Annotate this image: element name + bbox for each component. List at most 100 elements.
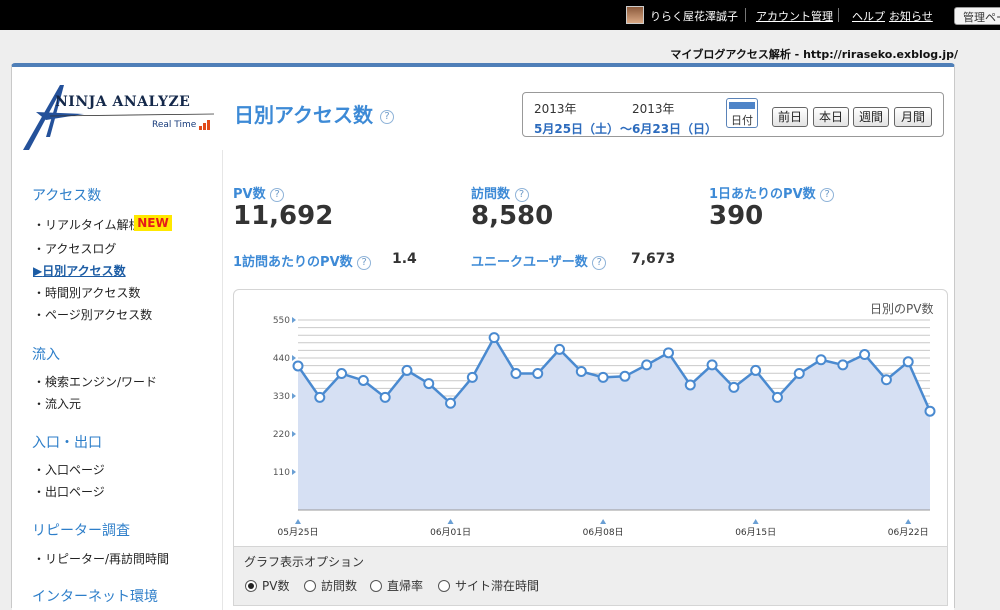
sidebar-section-access: アクセス数 [32, 188, 102, 204]
x-tick-label: 06月08日 [583, 527, 624, 538]
data-point [510, 368, 522, 380]
visits-label-text: 訪問数 [471, 187, 511, 202]
y-tick-marker [292, 393, 296, 399]
top-bar: りらく屋花澤誠子 アカウント管理 ヘルプ お知らせ 管理ページ [0, 0, 1000, 30]
sidebar-item-exit[interactable]: ・出口ページ [33, 483, 105, 500]
sidebar-item-search[interactable]: ・検索エンジン/ワード [33, 373, 157, 390]
data-point [662, 347, 674, 359]
data-point [815, 354, 827, 366]
sidebar-item-daily[interactable]: ▶日別アクセス数 [33, 262, 126, 279]
pv-value: 11,692 [233, 201, 334, 231]
blog-title: マイブログアクセス解析 - http://riraseko.exblog.jp/ [670, 48, 958, 61]
data-point [902, 356, 914, 368]
sidebar-item-label: 日別アクセス数 [42, 264, 126, 278]
y-tick-label: 220 [273, 430, 290, 440]
pv-label-text: PV数 [233, 187, 266, 202]
to-date[interactable]: 〜6月23日（日） [620, 120, 717, 137]
x-tick-label: 06月01日 [430, 527, 471, 538]
username[interactable]: りらく屋花澤誠子 [650, 8, 738, 24]
week-button[interactable]: 週間 [853, 107, 889, 127]
option-label: 訪問数 [321, 579, 358, 593]
new-badge: NEW [134, 215, 172, 231]
calendar-icon [729, 102, 755, 109]
sidebar-section-repeater: リピーター調査 [32, 523, 130, 539]
option-label: 直帰率 [387, 579, 424, 593]
unique-users-label: ユニークユーザー数 ? [471, 251, 607, 270]
today-button[interactable]: 本日 [813, 107, 849, 127]
radio-button[interactable] [438, 580, 450, 592]
sidebar-item-label: ページ別アクセス数 [45, 308, 153, 322]
help-icon[interactable]: ? [270, 187, 285, 202]
daily-pv-value: 390 [709, 201, 764, 231]
sidebar-item-realtime[interactable]: ・リアルタイム解析 [33, 216, 141, 233]
radio-button[interactable] [245, 580, 257, 592]
visits-value: 8,580 [471, 201, 554, 231]
month-button[interactable]: 月間 [894, 107, 932, 127]
account-link[interactable]: アカウント管理 [756, 8, 833, 24]
help-link[interactable]: ヘルプ [852, 8, 885, 24]
help-icon[interactable]: ? [379, 109, 394, 124]
x-tick-label: 06月22日 [888, 527, 929, 538]
option-bounce-rate[interactable]: 直帰率 [370, 577, 423, 594]
admin-page-button[interactable]: 管理ページ [954, 7, 1000, 25]
y-tick-marker [292, 431, 296, 437]
y-tick-marker [292, 469, 296, 475]
help-icon[interactable]: ? [514, 187, 529, 202]
y-tick-label: 110 [273, 468, 290, 478]
y-tick-marker [292, 355, 296, 361]
pv-per-visit-label: 1訪問あたりのPV数 ? [233, 251, 372, 270]
to-year: 2013年 [632, 102, 675, 116]
signal-bars-icon [199, 120, 210, 130]
y-tick-label: 330 [273, 392, 290, 402]
news-link[interactable]: お知らせ [889, 8, 933, 24]
visits-label: 訪問数 ? [471, 183, 529, 202]
sidebar-item-referrer[interactable]: ・流入元 [33, 395, 81, 412]
prev-day-button[interactable]: 前日 [772, 107, 808, 127]
help-icon[interactable]: ? [592, 255, 607, 270]
divider [745, 8, 746, 22]
radio-button[interactable] [370, 580, 382, 592]
data-point [859, 349, 871, 361]
option-label: PV数 [262, 579, 290, 593]
user-avatar[interactable] [626, 6, 644, 24]
data-point [336, 368, 348, 380]
data-point [619, 370, 631, 382]
ninja-analyze-logo[interactable] [20, 82, 220, 152]
daily-pv-label: 1日あたりのPV数 ? [709, 183, 835, 202]
divider [838, 8, 839, 22]
daily-pv-label-text: 1日あたりのPV数 [709, 187, 816, 202]
from-date[interactable]: 5月25日（土） [534, 120, 619, 137]
x-tick-marker [905, 519, 912, 524]
help-icon[interactable]: ? [820, 187, 835, 202]
data-point [292, 360, 304, 372]
sidebar-item-label: リピーター/再訪問時間 [45, 552, 170, 566]
sidebar-item-label: 入口ページ [45, 463, 105, 477]
sidebar-item-label: アクセスログ [45, 242, 117, 256]
calendar-button[interactable]: 日付 [726, 98, 758, 128]
from-year: 2013年 [534, 102, 577, 116]
graph-options-title: グラフ表示オプション [244, 555, 365, 569]
help-icon[interactable]: ? [357, 255, 372, 270]
y-tick-label: 440 [273, 354, 290, 364]
sidebar-item-entry[interactable]: ・入口ページ [33, 461, 105, 478]
data-point [532, 368, 544, 380]
option-visits[interactable]: 訪問数 [304, 577, 357, 594]
radio-button[interactable] [304, 580, 316, 592]
y-tick-label: 550 [273, 316, 290, 326]
sidebar-item-page[interactable]: ・ページ別アクセス数 [33, 306, 152, 323]
x-tick-marker [600, 519, 607, 524]
data-point [837, 359, 849, 371]
data-point [641, 359, 653, 371]
option-stay-time[interactable]: サイト滞在時間 [438, 577, 539, 594]
sidebar-item-label: 時間別アクセス数 [45, 286, 141, 300]
option-pv[interactable]: PV数 [245, 577, 289, 594]
sidebar-item-hourly[interactable]: ・時間別アクセス数 [33, 284, 140, 301]
option-label: サイト滞在時間 [455, 579, 540, 593]
sidebar-item-access-log[interactable]: ・アクセスログ [33, 240, 116, 257]
data-point [445, 397, 457, 409]
data-point [750, 364, 762, 376]
data-point [728, 381, 740, 393]
sidebar-item-label: 出口ページ [45, 485, 105, 499]
sidebar-item-label: リアルタイム解析 [45, 218, 141, 232]
sidebar-item-repeater[interactable]: ・リピーター/再訪問時間 [33, 550, 169, 567]
